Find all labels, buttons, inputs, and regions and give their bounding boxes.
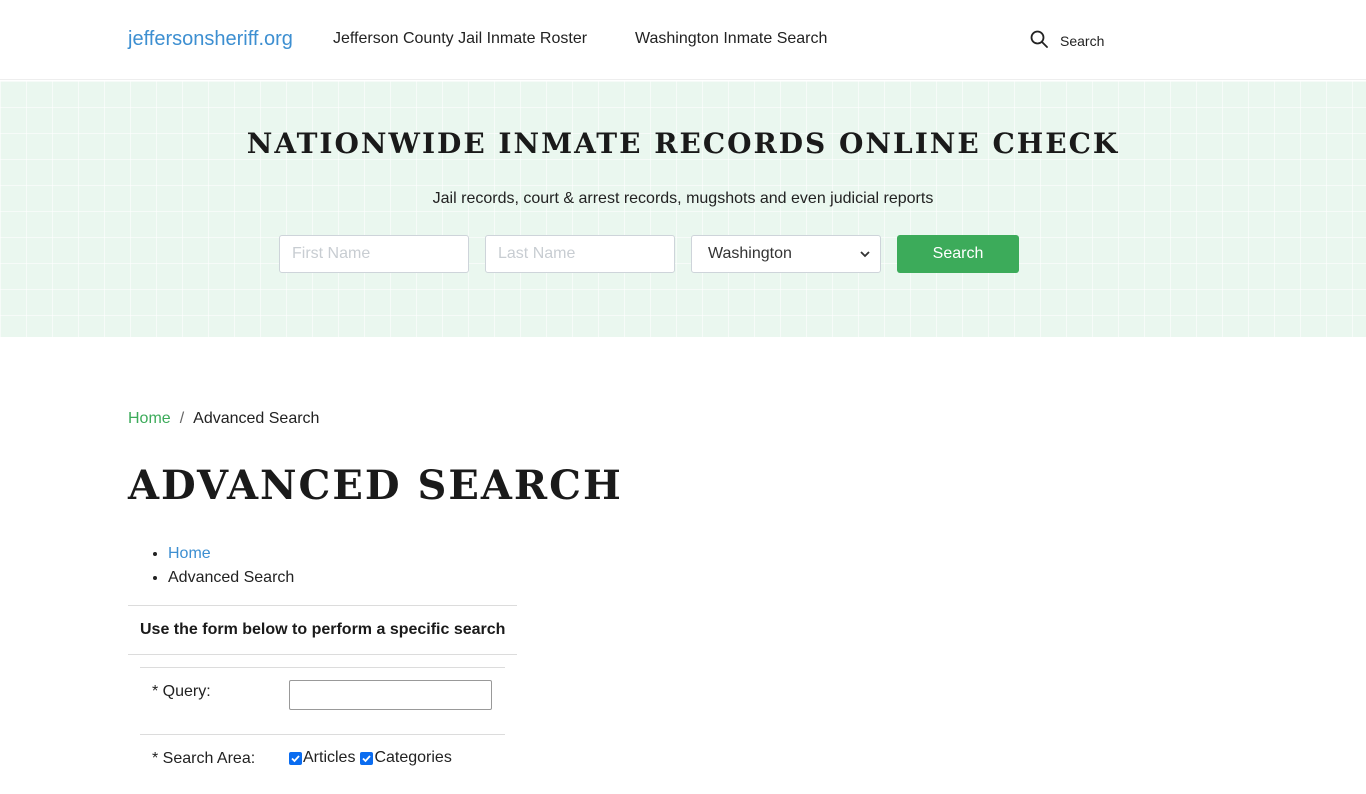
header-search-label: Search (1060, 32, 1105, 49)
hero-banner: NATIONWIDE INMATE RECORDS ONLINE CHECK J… (0, 81, 1366, 337)
state-select[interactable]: Washington (691, 235, 881, 273)
list-home-link[interactable]: Home (168, 545, 211, 562)
nav-link-washington-search[interactable]: Washington Inmate Search (635, 30, 827, 48)
advanced-search-form: Use the form below to perform a specific… (128, 605, 517, 794)
articles-checkbox-label[interactable]: Articles (303, 749, 355, 767)
header-search-button[interactable]: Search (1030, 30, 1104, 51)
site-logo-link[interactable]: jeffersonsheriff.org (128, 28, 293, 51)
list-item: Advanced Search (168, 566, 294, 590)
list-item: Home (168, 542, 294, 566)
check-icon (362, 754, 372, 762)
last-name-input[interactable] (485, 235, 675, 273)
hero-title: NATIONWIDE INMATE RECORDS ONLINE CHECK (246, 127, 1120, 160)
page-title: ADVANCED SEARCH (128, 462, 623, 509)
search-icon (1030, 30, 1048, 51)
breadcrumb: Home / Advanced Search (128, 410, 319, 428)
pathway-list: Home Advanced Search (128, 542, 294, 590)
breadcrumb-current: Advanced Search (193, 410, 320, 427)
query-label: * Query: (152, 683, 211, 700)
articles-checkbox[interactable] (289, 751, 302, 765)
categories-checkbox[interactable] (360, 751, 374, 765)
query-input[interactable] (289, 680, 492, 710)
site-header: jeffersonsheriff.org Jefferson County Ja… (0, 0, 1366, 80)
hero-search-button[interactable]: Search (897, 235, 1019, 273)
form-row-query: * Query: (140, 667, 505, 722)
form-heading: Use the form below to perform a specific… (128, 606, 517, 655)
first-name-input[interactable] (279, 235, 469, 273)
form-row-search-area: * Search Area: Articles Categories (140, 734, 505, 794)
breadcrumb-home-link[interactable]: Home (128, 410, 171, 428)
search-area-options: Articles Categories (289, 749, 452, 767)
search-area-label: * Search Area: (152, 750, 256, 767)
state-select-value: Washington (708, 245, 792, 262)
breadcrumb-separator: / (179, 410, 185, 427)
categories-checkbox-label[interactable]: Categories (374, 749, 451, 767)
check-icon (291, 754, 300, 762)
chevron-down-icon (860, 245, 870, 263)
hero-subtitle: Jail records, court & arrest records, mu… (432, 190, 934, 207)
nav-link-jail-roster[interactable]: Jefferson County Jail Inmate Roster (333, 30, 587, 48)
